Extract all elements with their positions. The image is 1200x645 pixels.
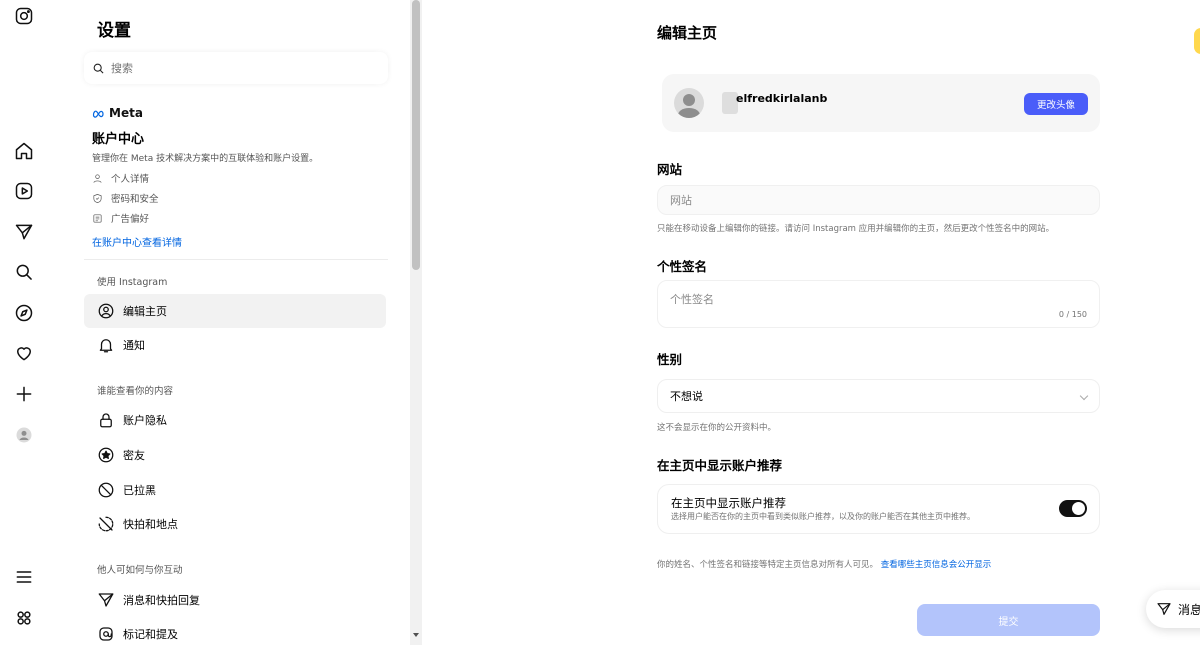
sidebar-item-edit-profile[interactable]: 编辑主页 [84,294,386,328]
sidebar-scrollbar[interactable] [410,0,422,645]
bio-textarea[interactable] [658,281,1099,327]
bio-label: 个性签名 [657,259,708,274]
gender-select[interactable]: 不想说 [657,379,1100,413]
sidebar-item-label: 快拍和地点 [123,518,178,531]
accounts-center-item-ads: 广告偏好 [92,212,382,225]
edit-profile-main: 编辑主页 elfredkirlalanb 更改头像 网站 只能在移动设备上编辑你… [422,0,1200,645]
menu-icon[interactable] [12,565,36,589]
website-help: 只能在移动设备上编辑你的链接。请访问 Instagram 应用并编辑你的主页，然… [657,224,1055,234]
gender-help: 这不会显示在你的公开资料中。 [657,423,777,433]
sidebar-item-label: 消息和快拍回复 [123,594,200,607]
sidebar-title: 设置 [97,21,131,41]
accounts-center-item-label: 广告偏好 [111,214,150,225]
sidebar-item-tags-mentions[interactable]: 标记和提及 [84,617,386,645]
profile-card: elfredkirlalanb 更改头像 [662,74,1100,132]
meta-brand-text: Meta [109,106,143,120]
send-icon [98,593,114,607]
footnote: 你的姓名、个性签名和链接等特定主页信息对所有人可见。 查看哪些主页信息会公开显示 [657,558,991,570]
user-circle-icon [98,303,114,319]
at-icon [99,627,113,641]
person-icon [93,173,102,183]
story-off-icon [98,516,114,532]
accounts-center-item-label: 密码和安全 [111,194,159,205]
footnote-text: 你的姓名、个性签名和链接等特定主页信息对所有人可见。 [657,560,879,570]
sidebar-item-notifications[interactable]: 通知 [84,328,386,362]
lock-icon [100,413,112,428]
sidebar-item-blocked[interactable]: 已拉黑 [84,473,386,507]
footnote-link[interactable]: 查看哪些主页信息会公开显示 [881,560,992,570]
section-label-usage: 使用 Instagram [97,277,168,288]
website-field[interactable] [657,185,1100,215]
scroll-down-arrow-icon[interactable] [413,633,419,637]
gender-label: 性别 [657,352,683,367]
submit-button[interactable]: 提交 [917,604,1100,636]
meta-infinity-icon [92,110,104,118]
sidebar-item-close-friends[interactable]: 密友 [84,438,386,472]
accounts-center-title: 账户中心 [92,132,145,147]
bell-icon [99,339,113,353]
suggestions-label: 在主页中显示账户推荐 [657,458,783,473]
sidebar-item-label: 已拉黑 [123,484,156,497]
gender-value: 不想说 [670,390,703,403]
accounts-center-item-label: 个人详情 [111,174,150,185]
suggestions-toggle-card: 在主页中显示账户推荐 选择用户能否在你的主页中看到类似账户推荐，以及你的账户能否… [657,484,1100,534]
send-icon [1157,603,1171,615]
avatar[interactable] [674,88,704,118]
search-icon[interactable] [12,260,36,284]
create-plus-icon[interactable] [12,382,36,406]
star-circle-icon [98,447,114,463]
messages-label: 消息 [1178,602,1200,617]
change-photo-button[interactable]: 更改头像 [1024,93,1088,115]
messages-button[interactable]: 消息 [1146,590,1200,628]
sidebar-item-account-privacy[interactable]: 账户隐私 [84,403,386,437]
suggestions-toggle-description: 选择用户能否在你的主页中看到类似账户推荐，以及你的账户能否在其他主页中推荐。 [671,512,975,521]
username: elfredkirlalanb [736,92,828,105]
sidebar-item-label: 账户隐私 [123,414,167,427]
sidebar-item-label: 通知 [123,339,145,352]
profile-avatar-icon[interactable] [12,423,36,447]
section-label-visibility: 谁能查看你的内容 [97,386,174,397]
sidebar-item-label: 编辑主页 [123,305,167,318]
website-input[interactable] [658,186,1099,214]
accounts-center-item-personal: 个人详情 [92,172,382,185]
send-icon[interactable] [12,220,36,244]
heart-icon[interactable] [12,341,36,365]
meta-logo: Meta [92,106,382,120]
sidebar-item-story-location[interactable]: 快拍和地点 [84,507,386,541]
suggestions-toggle-switch[interactable] [1059,500,1087,517]
sidebar-item-label: 标记和提及 [123,628,178,641]
accounts-center-card[interactable]: Meta 账户中心 管理你在 Meta 技术解决方案中的互联体验和账户设置。 个… [92,106,382,249]
sidebar-item-messages-replies[interactable]: 消息和快拍回复 [84,583,386,617]
reels-icon[interactable] [12,179,36,203]
ads-icon [93,213,102,223]
bio-field[interactable]: 0 / 150 [657,280,1100,328]
chevron-down-icon [1079,391,1089,401]
suggestions-toggle-title: 在主页中显示账户推荐 [671,496,786,510]
accounts-center-item-security: 密码和安全 [92,192,382,205]
instagram-logo-icon[interactable] [12,4,36,28]
sidebar-item-label: 密友 [123,449,145,462]
block-icon [98,482,114,498]
app: 设置 Meta 账户中心 管理你在 Meta 技术解决方案中的互联体验和账户设置… [0,0,1200,645]
scrollbar-thumb[interactable] [412,0,420,270]
accounts-center-description: 管理你在 Meta 技术解决方案中的互联体验和账户设置。 [92,154,319,164]
search-icon [93,63,104,73]
bio-counter: 0 / 150 [1058,310,1087,319]
explore-icon[interactable] [12,301,36,325]
search-input[interactable] [111,61,371,75]
search-box[interactable] [84,52,388,84]
divider [84,259,388,260]
settings-sidebar: 设置 Meta 账户中心 管理你在 Meta 技术解决方案中的互联体验和账户设置… [80,0,422,645]
accounts-center-link[interactable]: 在账户中心查看详情 [92,234,382,249]
section-label-interaction: 他人可如何与你互动 [97,565,183,576]
website-label: 网站 [657,162,683,177]
shield-icon [93,193,102,203]
icon-rail [0,0,48,645]
floating-badge [1194,28,1200,54]
threads-apps-icon[interactable] [12,606,36,630]
home-icon[interactable] [12,139,36,163]
page-title: 编辑主页 [657,24,718,42]
